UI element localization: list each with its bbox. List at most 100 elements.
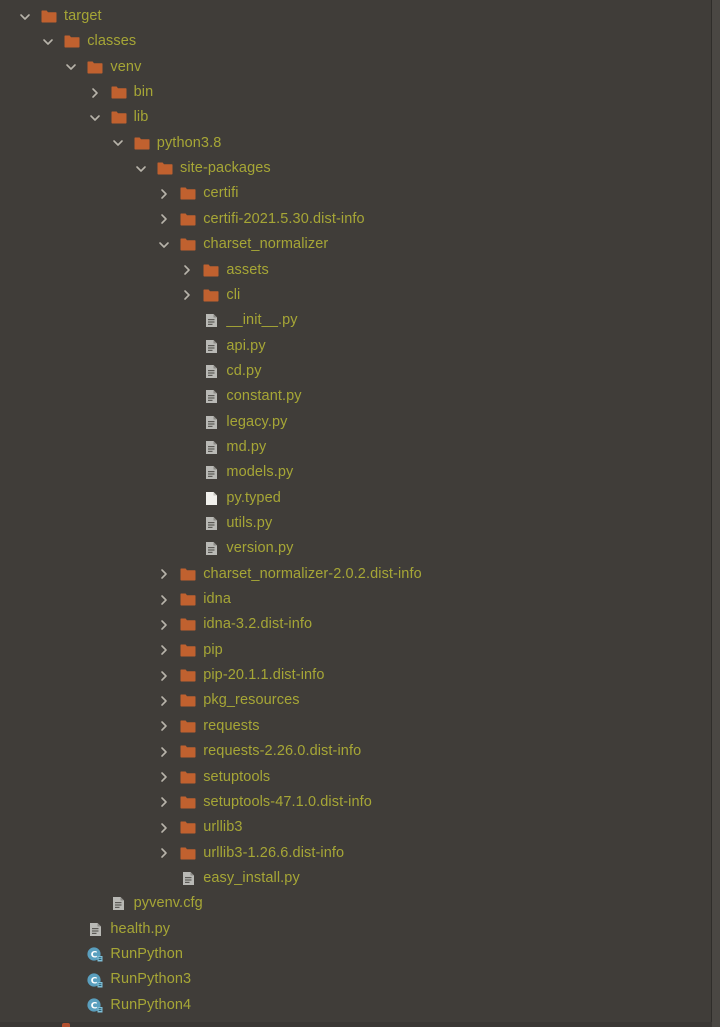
tree-row-target[interactable]: target	[0, 4, 720, 29]
tree-row-py-typed[interactable]: py.typed	[0, 486, 720, 511]
tree-row-constant-py[interactable]: constant.py	[0, 384, 720, 409]
tree-row-pyvenv-cfg[interactable]: pyvenv.cfg	[0, 891, 720, 916]
chevron-right-icon[interactable]	[157, 770, 171, 784]
tree-item-label: RunPython	[110, 945, 184, 962]
chevron-down-icon[interactable]	[111, 136, 125, 150]
tree-row-cd-py[interactable]: cd.py	[0, 359, 720, 384]
tree-item-label: pip	[203, 641, 223, 658]
tree-row-setuptools[interactable]: setuptools	[0, 765, 720, 790]
tree-item-label: setuptools-47.1.0.dist-info	[203, 793, 372, 810]
tree-row-pkg-resources[interactable]: pkg_resources	[0, 688, 720, 713]
tree-item-label: idna-3.2.dist-info	[203, 616, 313, 633]
chevron-down-icon[interactable]	[88, 111, 102, 125]
tree-row-models-py[interactable]: models.py	[0, 460, 720, 485]
folder-icon	[203, 263, 219, 277]
chevron-down-icon[interactable]	[64, 60, 78, 74]
chevron-down-icon[interactable]	[41, 35, 55, 49]
chevron-right-icon[interactable]	[157, 618, 171, 632]
tree-row-idna-3-2-dist-info[interactable]: idna-3.2.dist-info	[0, 612, 720, 637]
chevron-right-icon[interactable]	[157, 593, 171, 607]
svg-text:C: C	[91, 976, 98, 986]
folder-icon	[180, 618, 196, 632]
tree-row-certifi[interactable]: certifi	[0, 181, 720, 206]
tree-row-runpython4[interactable]: C RunPython4	[0, 993, 720, 1018]
tree-row-urllib3[interactable]: urllib3	[0, 815, 720, 840]
tree-row-pip[interactable]: pip	[0, 638, 720, 663]
tree-row-pip-20-1-1-dist-info[interactable]: pip-20.1.1.dist-info	[0, 663, 720, 688]
tree-row-requests[interactable]: requests	[0, 714, 720, 739]
chevron-right-icon[interactable]	[157, 795, 171, 809]
class-file-icon: C	[87, 998, 103, 1013]
tree-item-label: easy_install.py	[203, 869, 300, 886]
chevron-right-icon[interactable]	[157, 643, 171, 657]
tree-row-health-py[interactable]: health.py	[0, 917, 720, 942]
tree-item-label: __init__.py	[226, 312, 298, 329]
chevron-right-icon[interactable]	[157, 719, 171, 733]
chevron-right-icon[interactable]	[157, 745, 171, 759]
chevron-right-icon[interactable]	[157, 821, 171, 835]
chevron-right-icon[interactable]	[157, 669, 171, 683]
folder-icon	[180, 643, 196, 657]
tree-row-urllib3-1-26-6-dist-info[interactable]: urllib3-1.26.6.dist-info	[0, 841, 720, 866]
tree-row-classes[interactable]: classes	[0, 29, 720, 54]
tree-row-lib[interactable]: lib	[0, 105, 720, 130]
tree-item-label: urllib3	[203, 819, 243, 836]
tree-item-label: api.py	[226, 337, 266, 354]
chevron-right-icon[interactable]	[180, 288, 194, 302]
tree-row-cli[interactable]: cli	[0, 283, 720, 308]
tree-row-assets[interactable]: assets	[0, 258, 720, 283]
tree-row-runpython[interactable]: C RunPython	[0, 942, 720, 967]
tree-item-label: assets	[226, 261, 269, 278]
chevron-right-icon[interactable]	[88, 86, 102, 100]
tree-row-requests-2-26-0-dist-info[interactable]: requests-2.26.0.dist-info	[0, 739, 720, 764]
tree-item-label: version.py	[226, 540, 294, 557]
class-file-icon: C	[87, 973, 103, 988]
tree-row-venv[interactable]: venv	[0, 55, 720, 80]
chevron-right-icon[interactable]	[157, 212, 171, 226]
folder-icon	[180, 770, 196, 784]
chevron-right-icon[interactable]	[180, 263, 194, 277]
chevron-down-icon[interactable]	[157, 238, 171, 252]
tree-item-label: venv	[110, 58, 142, 75]
chevron-down-icon[interactable]	[134, 162, 148, 176]
tree-row-version-py[interactable]: version.py	[0, 536, 720, 561]
tree-item-label: models.py	[226, 464, 294, 481]
tree-row-idna[interactable]: idna	[0, 587, 720, 612]
tree-row-init-py[interactable]: __init__.py	[0, 308, 720, 333]
tree-row-easy-install-py[interactable]: easy_install.py	[0, 866, 720, 891]
python-file-icon	[203, 415, 219, 429]
python-file-icon	[203, 364, 219, 378]
tree-item-label: utils.py	[226, 515, 273, 531]
chevron-right-icon[interactable]	[157, 567, 171, 581]
tree-row-certifi-2021-5-30-dist-info[interactable]: certifi-2021.5.30.dist-info	[0, 207, 720, 232]
tree-item-label: pip-20.1.1.dist-info	[203, 667, 325, 684]
tree-item-label: idna	[203, 591, 232, 608]
tree-item-label: requests	[203, 717, 260, 734]
tree-row-api-py[interactable]: api.py	[0, 334, 720, 359]
tree-row-charset-normalizer[interactable]: charset_normalizer	[0, 232, 720, 257]
chevron-right-icon[interactable]	[157, 187, 171, 201]
tree-row-charset-normalizer-2-0-2-dist-info[interactable]: charset_normalizer-2.0.2.dist-info	[0, 562, 720, 587]
folder-icon	[180, 593, 196, 607]
tree-item-label: constant.py	[226, 388, 302, 405]
chevron-right-icon[interactable]	[157, 846, 171, 860]
chevron-right-icon[interactable]	[157, 694, 171, 708]
tree-item-label: py.typed	[226, 489, 281, 506]
tree-row-site-packages[interactable]: site-packages	[0, 156, 720, 181]
tree-item-label: cli	[226, 286, 241, 303]
tree-item-label: health.py	[110, 920, 171, 937]
tree-item-label: pkg_resources	[203, 692, 300, 709]
tree-row-python3-8[interactable]: python3.8	[0, 131, 720, 156]
python-file-icon	[203, 390, 219, 404]
chevron-down-icon[interactable]	[18, 10, 32, 24]
tree-row-runpython3[interactable]: C RunPython3	[0, 967, 720, 992]
python-file-icon	[87, 922, 103, 936]
tree-row-md-py[interactable]: md.py	[0, 435, 720, 460]
tree-row-utils-py[interactable]: utils.py	[0, 511, 720, 536]
tree-item-label: cd.py	[226, 362, 262, 379]
tree-row-legacy-py[interactable]: legacy.py	[0, 410, 720, 435]
tree-row-setuptools-47-1-0-dist-info[interactable]: setuptools-47.1.0.dist-info	[0, 790, 720, 815]
tree-item-label: classes	[87, 33, 137, 50]
folder-icon	[180, 669, 196, 683]
tree-row-bin[interactable]: bin	[0, 80, 720, 105]
